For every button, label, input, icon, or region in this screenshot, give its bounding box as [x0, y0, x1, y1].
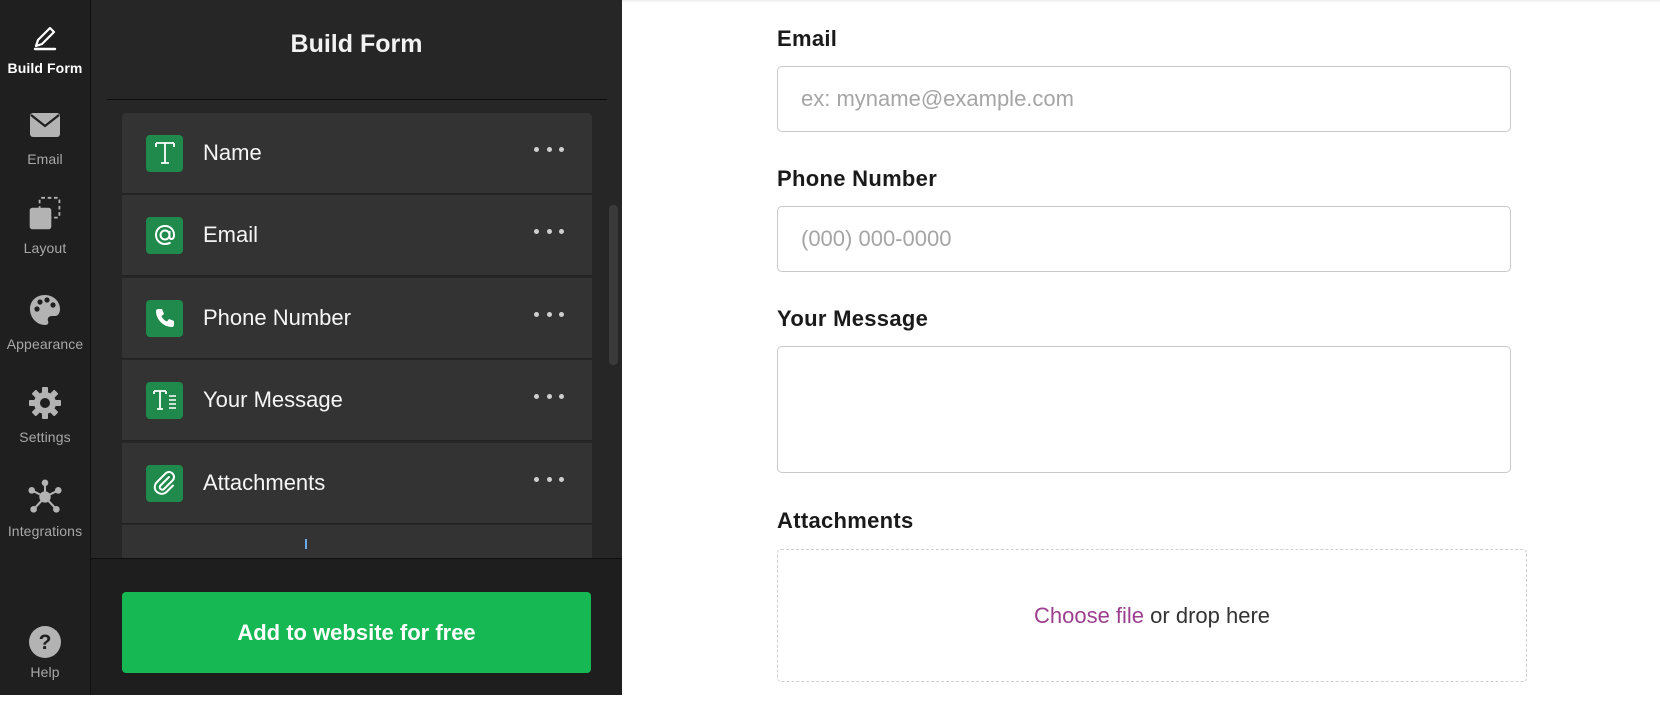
sidebar-item-label: Settings [19, 429, 71, 445]
field-row-phone-number[interactable]: Phone Number [122, 278, 592, 359]
form-builder-panel: Build Form Name Email Phone Number Your … [91, 0, 622, 695]
help-button[interactable]: ? Help [0, 624, 90, 704]
help-label: Help [30, 664, 60, 680]
gear-icon [27, 385, 63, 421]
sidebar-item-settings[interactable]: Settings [0, 385, 90, 465]
field-row-attachments[interactable]: Attachments [122, 443, 592, 524]
long-text-icon [146, 381, 183, 419]
field-label: Name [203, 140, 262, 165]
field-label: Email [203, 222, 259, 247]
help-icon: ? [27, 624, 63, 660]
field-row-name[interactable]: Name [122, 113, 592, 194]
more-options-icon[interactable] [534, 471, 564, 487]
svg-text:?: ? [39, 631, 52, 654]
sidebar-item-label: Layout [23, 240, 67, 256]
sidebar-item-email[interactable]: Email [0, 107, 90, 187]
sidebar-item-label: Email [27, 151, 63, 167]
email-label: Email [777, 26, 838, 51]
panel-title: Build Form [290, 30, 423, 58]
add-to-website-button[interactable]: Add to website for free [122, 592, 591, 673]
more-options-icon[interactable] [534, 388, 564, 404]
sidebar-item-label: Appearance [6, 336, 84, 352]
sidebar-item-appearance[interactable]: Appearance [0, 292, 90, 372]
form-preview: Email Phone Number Your Message Attachme… [622, 0, 1660, 695]
pencil-icon [27, 20, 63, 56]
your-message-label: Your Message [777, 306, 929, 331]
attachments-dropzone[interactable]: Choose file or drop here [777, 549, 1527, 682]
sidebar-item-label: Build Form [7, 60, 83, 76]
choose-file-link[interactable]: Choose file [1034, 603, 1144, 629]
envelope-icon [27, 107, 63, 143]
field-row-email[interactable]: Email [122, 195, 592, 276]
your-message-textarea[interactable] [777, 346, 1511, 473]
sidebar-item-label: Integrations [7, 523, 83, 539]
integrations-icon [27, 479, 63, 515]
divider [107, 99, 607, 100]
paperclip-icon [146, 464, 183, 502]
field-label: Attachments [203, 470, 326, 495]
sidebar-item-build-form[interactable]: Build Form [0, 20, 90, 100]
more-options-icon[interactable] [534, 306, 564, 322]
list-scrollbar[interactable] [609, 205, 618, 365]
phone-icon [146, 299, 183, 337]
builder-footer: Add to website for free [91, 558, 622, 695]
drop-here-text: or drop here [1144, 602, 1271, 628]
phone-number-input[interactable] [777, 206, 1511, 272]
sidebar-rail: Build Form Email Layout Appearance Setti… [0, 0, 91, 695]
more-options-icon[interactable] [534, 223, 564, 239]
layout-icon [27, 196, 63, 232]
field-row-partial[interactable] [122, 525, 592, 559]
field-label: Phone Number [203, 305, 351, 330]
at-icon [146, 216, 183, 254]
text-icon [146, 134, 183, 172]
email-input[interactable] [777, 66, 1511, 132]
attachments-label: Attachments [777, 508, 914, 533]
top-shadow [622, 0, 1660, 3]
drag-indicator [305, 539, 307, 549]
field-list[interactable]: Name Email Phone Number Your Message Att… [122, 113, 592, 559]
field-label: Your Message [203, 387, 343, 412]
palette-icon [27, 292, 63, 328]
phone-number-label: Phone Number [777, 166, 938, 191]
sidebar-item-layout[interactable]: Layout [0, 196, 90, 276]
field-row-your-message[interactable]: Your Message [122, 360, 592, 441]
sidebar-item-integrations[interactable]: Integrations [0, 479, 90, 559]
more-options-icon[interactable] [534, 141, 564, 157]
